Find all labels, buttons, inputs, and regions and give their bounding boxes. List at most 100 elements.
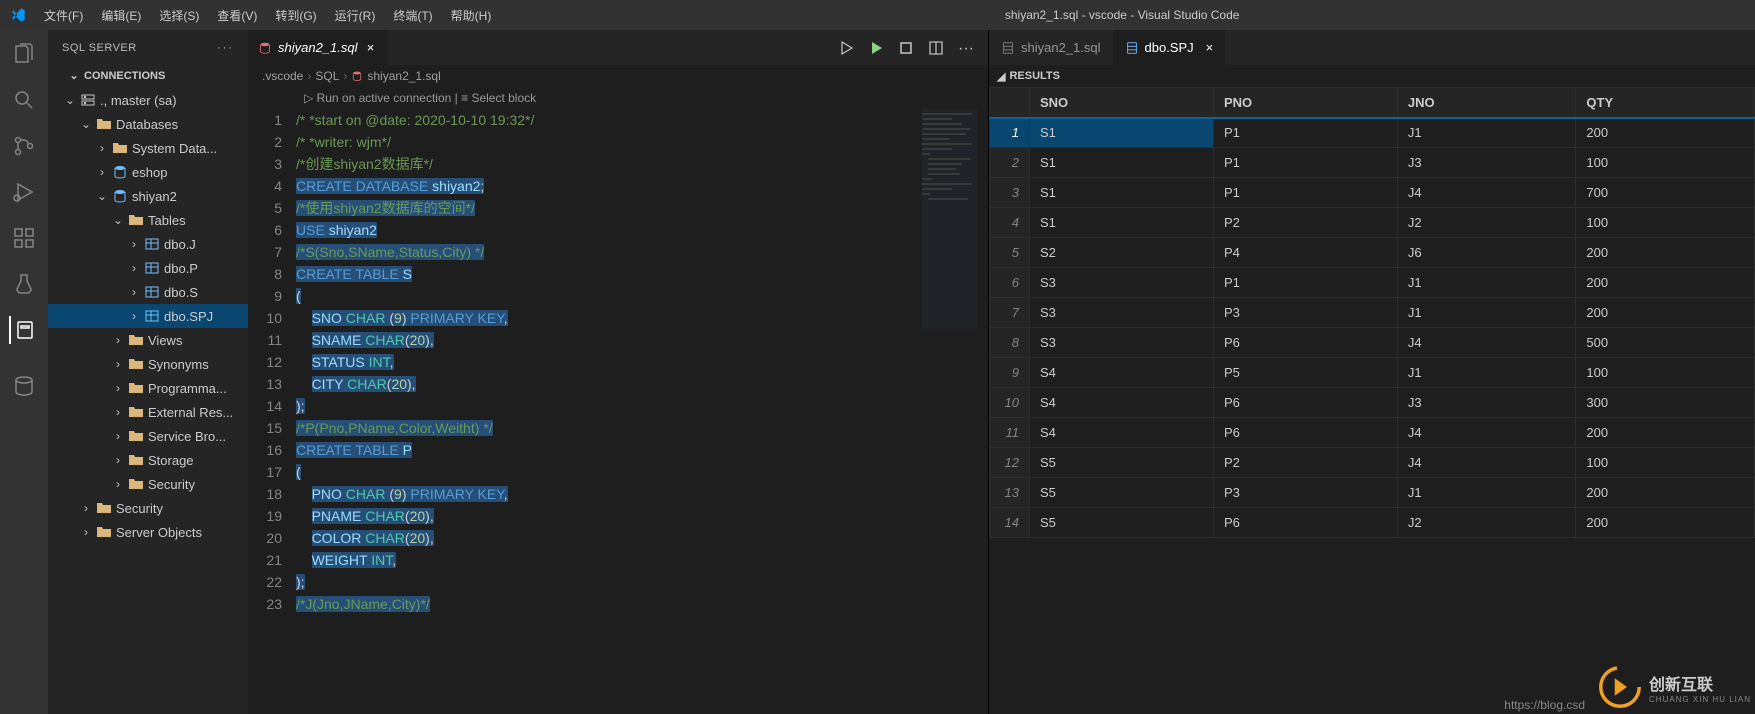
table-row[interactable]: 3S1P1J4700 [990,178,1755,208]
tree-item[interactable]: ›Server Objects [48,520,248,544]
table-row[interactable]: 2S1P1J3100 [990,148,1755,178]
menu-item[interactable]: 运行(R) [327,3,384,28]
explorer-icon[interactable] [10,40,38,68]
source-control-icon[interactable] [10,132,38,160]
breadcrumb[interactable]: .vscode› SQL› shiyan2_1.sql [248,65,988,87]
code-line[interactable]: /* *start on @date: 2020-10-10 19:32*/ [296,109,988,131]
table-row[interactable]: 14S5P6J2200 [990,508,1755,538]
database-activity-icon[interactable] [10,372,38,400]
code-line[interactable]: COLOR CHAR(20), [296,527,988,549]
menu-item[interactable]: 查看(V) [209,3,265,28]
code-line[interactable]: WEIGHT INT, [296,549,988,571]
table-row[interactable]: 4S1P2J2100 [990,208,1755,238]
tree-item[interactable]: ›Synonyms [48,352,248,376]
editor-tab-bar: shiyan2_1.sql × ··· [248,30,988,65]
code-lens[interactable]: ▷ Run on active connection | ≡ Select bl… [248,87,988,109]
menu-item[interactable]: 终端(T) [385,3,440,28]
code-line[interactable]: /*S(Sno,SName,Status,City) */ [296,241,988,263]
tree-item[interactable]: ›System Data... [48,136,248,160]
table-row[interactable]: 6S3P1J1200 [990,268,1755,298]
sql-server-activity-icon[interactable] [9,316,37,344]
run-debug-icon[interactable] [10,178,38,206]
table-row[interactable]: 12S5P2J4100 [990,448,1755,478]
results-tab[interactable]: shiyan2_1.sql [989,30,1113,65]
code-line[interactable]: ( [296,461,988,483]
tree-item[interactable]: ›Security [48,496,248,520]
tree-item[interactable]: ›dbo.S [48,280,248,304]
tree-item[interactable]: ›dbo.SPJ [48,304,248,328]
code-line[interactable]: USE shiyan2 [296,219,988,241]
stop-icon[interactable] [898,40,914,56]
code-line[interactable]: ); [296,395,988,417]
tree-item[interactable]: ⌄Databases [48,112,248,136]
table-row[interactable]: 7S3P3J1200 [990,298,1755,328]
testing-icon[interactable] [10,270,38,298]
table-row[interactable]: 9S4P5J1100 [990,358,1755,388]
code-line[interactable]: SNO CHAR (9) PRIMARY KEY, [296,307,988,329]
close-tab-icon[interactable]: × [364,40,378,55]
results-grid[interactable]: SNOPNOJNOQTY1S1P1J12002S1P1J31003S1P1J47… [989,87,1755,714]
code-line[interactable]: PNAME CHAR(20), [296,505,988,527]
tree-item[interactable]: ›Programma... [48,376,248,400]
column-header[interactable]: JNO [1397,88,1576,118]
code-line[interactable]: /*P(Pno,PName,Color,Weitht) */ [296,417,988,439]
results-header[interactable]: ◢ RESULTS [989,65,1755,87]
table-row[interactable]: 5S2P4J6200 [990,238,1755,268]
code-line[interactable]: ); [296,571,988,593]
table-row[interactable]: 8S3P6J4500 [990,328,1755,358]
tab-shiyan2-1-sql[interactable]: shiyan2_1.sql × [248,30,388,65]
tree-item[interactable]: ›Views [48,328,248,352]
table-row[interactable]: 1S1P1J1200 [990,118,1755,148]
chevron-down-icon: ◢ [997,70,1005,83]
menu-item[interactable]: 选择(S) [151,3,207,28]
tree-item[interactable]: ›External Res... [48,400,248,424]
code-line[interactable]: SNAME CHAR(20), [296,329,988,351]
column-header[interactable]: SNO [1030,88,1214,118]
table-row[interactable]: 10S4P6J3300 [990,388,1755,418]
tree-item[interactable]: ›Storage [48,448,248,472]
menu-item[interactable]: 编辑(E) [93,3,149,28]
table-row[interactable]: 13S5P3J1200 [990,478,1755,508]
code-line[interactable]: PNO CHAR (9) PRIMARY KEY, [296,483,988,505]
code-line[interactable]: CREATE DATABASE shiyan2; [296,175,988,197]
title-bar: 文件(F)编辑(E)选择(S)查看(V)转到(G)运行(R)终端(T)帮助(H)… [0,0,1755,30]
code-line[interactable]: /*创建shiyan2数据库*/ [296,153,988,175]
watermark: 创新互联 CHUANG XIN HU LIAN [1599,666,1751,708]
tree-item[interactable]: ›dbo.P [48,256,248,280]
activity-bar [0,30,48,714]
split-editor-icon[interactable] [928,40,944,56]
tree-item[interactable]: ›Security [48,472,248,496]
minimap[interactable] [918,109,988,714]
code-line[interactable]: /*使用shiyan2数据库的空间*/ [296,197,988,219]
tree-item[interactable]: ›Service Bro... [48,424,248,448]
code-line[interactable]: /*J(Jno,JName,City)*/ [296,593,988,615]
code-editor[interactable]: 1234567891011121314151617181920212223 /*… [248,109,988,714]
tree-item[interactable]: ⌄., master (sa) [48,88,248,112]
code-line[interactable]: /* *writer: wjm*/ [296,131,988,153]
table-row[interactable]: 11S4P6J4200 [990,418,1755,448]
more-icon[interactable]: ··· [217,42,234,54]
run-icon[interactable] [868,40,884,56]
tree-item[interactable]: ⌄Tables [48,208,248,232]
run-empty-icon[interactable] [838,40,854,56]
search-icon[interactable] [10,86,38,114]
more-actions-icon[interactable]: ··· [958,40,974,56]
tree-item[interactable]: ›dbo.J [48,232,248,256]
tree-item[interactable]: ›eshop [48,160,248,184]
code-line[interactable]: CREATE TABLE S [296,263,988,285]
connections-section[interactable]: ⌄CONNECTIONS [48,65,248,86]
code-line[interactable]: CITY CHAR(20), [296,373,988,395]
minimap-content [918,109,988,609]
menu-item[interactable]: 文件(F) [36,3,91,28]
extensions-icon[interactable] [10,224,38,252]
results-tab[interactable]: dbo.SPJ× [1113,30,1226,65]
tree-item[interactable]: ⌄shiyan2 [48,184,248,208]
code-line[interactable]: STATUS INT, [296,351,988,373]
column-header[interactable]: PNO [1213,88,1397,118]
code-line[interactable]: CREATE TABLE P [296,439,988,461]
menu-item[interactable]: 转到(G) [267,3,324,28]
sidebar-title: SQL SERVER [62,42,137,54]
code-line[interactable]: ( [296,285,988,307]
menu-item[interactable]: 帮助(H) [443,3,500,28]
column-header[interactable]: QTY [1576,88,1755,118]
